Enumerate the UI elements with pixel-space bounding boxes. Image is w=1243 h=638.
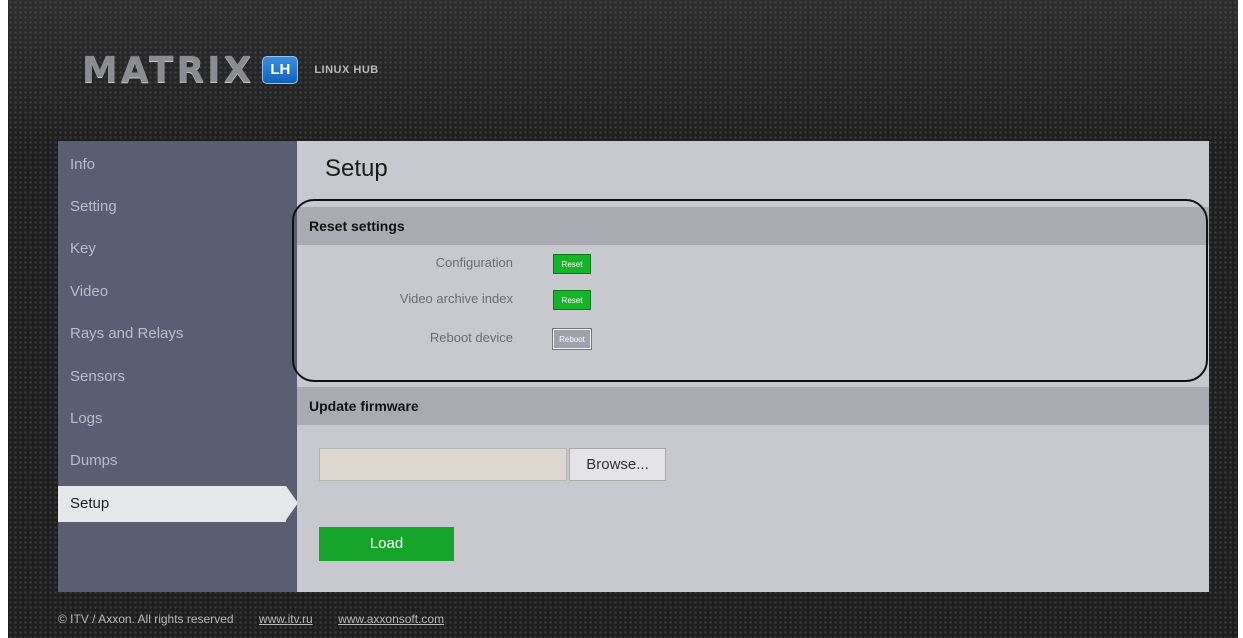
update-firmware-header: Update firmware (297, 387, 1209, 425)
video-archive-index-label: Video archive index (399, 291, 513, 306)
sidebar-item-info[interactable]: Info (58, 147, 297, 183)
logo: MATRIX LH LINUX HUB (82, 49, 379, 91)
itv-link[interactable]: www.itv.ru (259, 612, 313, 626)
axxonsoft-link[interactable]: www.axxonsoft.com (338, 612, 444, 626)
browse-button[interactable]: Browse... (569, 448, 666, 481)
sidebar-item-video[interactable]: Video (58, 274, 297, 310)
configuration-label: Configuration (435, 255, 513, 270)
reset-settings-header: Reset settings (297, 207, 1209, 245)
page-title: Setup (325, 155, 388, 182)
main-content: Setup Reset settings Configuration Reset… (297, 141, 1209, 592)
sidebar-item-sensors[interactable]: Sensors (58, 359, 297, 395)
logo-subtitle: LINUX HUB (314, 64, 379, 76)
sidebar-item-logs[interactable]: Logs (58, 401, 297, 437)
logo-badge: LH (262, 56, 299, 84)
reboot-device-button[interactable]: Reboot (552, 328, 592, 350)
sidebar-item-key[interactable]: Key (58, 231, 297, 267)
reboot-device-label: Reboot device (429, 330, 513, 345)
firmware-file-input[interactable] (319, 448, 567, 481)
copyright-text: © ITV / Axxon. All rights reserved (58, 612, 234, 626)
sidebar-item-rays-and-relays[interactable]: Rays and Relays (58, 316, 297, 352)
reset-video-archive-index-button[interactable]: Reset (553, 290, 591, 310)
sidebar: Info Setting Key Video Rays and Relays S… (58, 141, 298, 592)
sidebar-item-setting[interactable]: Setting (58, 189, 297, 225)
sidebar-item-setup[interactable]: Setup (58, 486, 298, 522)
load-button[interactable]: Load (319, 527, 454, 561)
logo-wordmark: MATRIX (82, 49, 255, 91)
sidebar-item-dumps[interactable]: Dumps (58, 443, 297, 479)
reset-configuration-button[interactable]: Reset (553, 254, 591, 274)
footer: © ITV / Axxon. All rights reserved www.i… (58, 612, 444, 626)
